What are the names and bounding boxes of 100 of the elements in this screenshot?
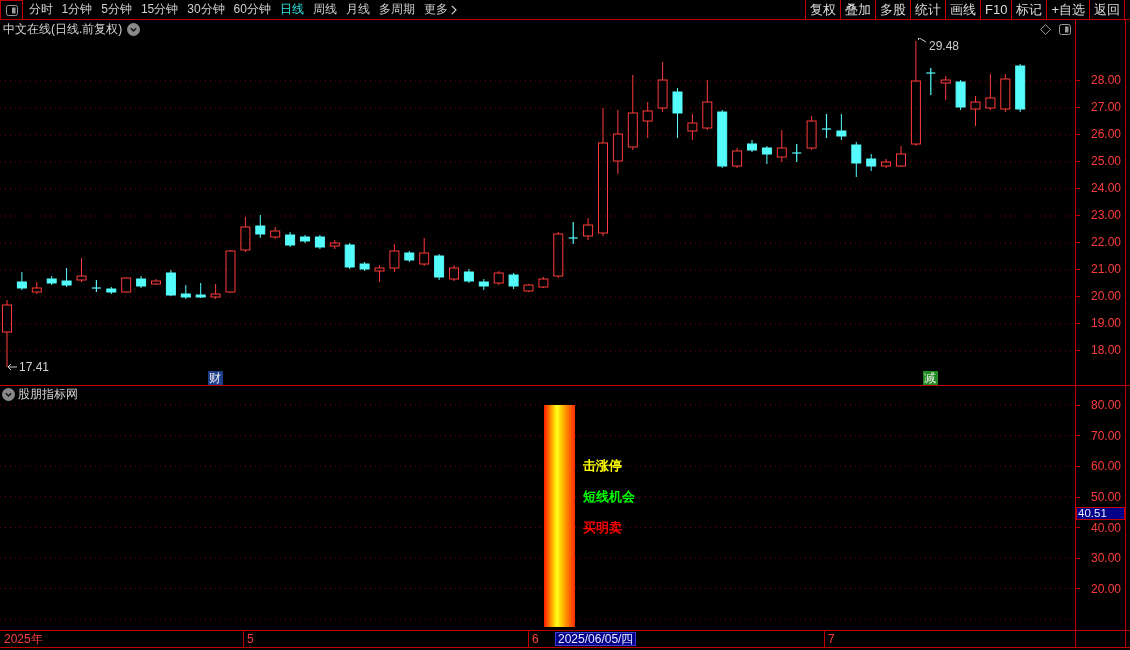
price-axis-label: 26.00	[1090, 128, 1122, 141]
doji-candlestick	[91, 279, 102, 293]
toolbar-button[interactable]: 统计	[910, 0, 945, 19]
candlestick	[493, 270, 504, 286]
signal-text: 击涨停	[583, 458, 622, 474]
candlestick	[985, 73, 996, 111]
candlestick	[210, 283, 221, 300]
candlestick	[374, 264, 385, 283]
toolbar-button[interactable]: 多股	[875, 0, 910, 19]
candlestick	[106, 286, 117, 295]
time-axis-label: 7	[828, 632, 835, 646]
period-tab[interactable]: 1分钟	[57, 0, 97, 19]
candlestick	[180, 284, 191, 300]
candlestick	[970, 95, 981, 127]
candlestick	[1000, 73, 1011, 113]
candlestick	[300, 234, 310, 244]
period-tab[interactable]: 日线	[275, 0, 309, 19]
sidebar-toggle-button[interactable]	[0, 0, 23, 19]
candlestick	[16, 271, 27, 291]
more-menu-button[interactable]: 更多	[419, 0, 462, 19]
candlestick	[225, 249, 236, 294]
indicator-title: 股朋指标网	[18, 386, 78, 402]
leader-line	[918, 38, 927, 43]
candlestick	[151, 278, 161, 286]
candlestick	[121, 276, 132, 294]
candlestick	[657, 61, 668, 113]
period-tab[interactable]: 周线	[308, 0, 342, 19]
candlestick	[255, 214, 266, 239]
toolbar-button[interactable]: 画线	[945, 0, 980, 19]
high-price-label: 29.48	[929, 39, 960, 53]
candlestick	[851, 141, 862, 178]
candlestick	[404, 250, 415, 263]
split-square-icon[interactable]	[1059, 23, 1071, 35]
candlestick	[508, 272, 519, 290]
price-axis-label: 19.00	[1090, 317, 1122, 330]
candlestick	[1015, 63, 1026, 113]
period-tab[interactable]: 60分钟	[229, 0, 276, 19]
price-axis-label: 20.00	[1090, 290, 1122, 303]
event-tag[interactable]: 财	[207, 371, 223, 385]
candlestick	[761, 145, 772, 165]
price-axis-label: 27.00	[1090, 101, 1122, 114]
toolbar-button[interactable]: +自选	[1046, 0, 1089, 19]
candlestick	[583, 217, 594, 241]
candlestick	[538, 276, 549, 289]
event-tag[interactable]: 减	[922, 371, 938, 385]
indicator-axis-label: 30.00	[1090, 552, 1122, 565]
candlestick	[136, 275, 147, 289]
candlestick	[553, 231, 564, 279]
candlestick	[195, 282, 206, 299]
candlestick	[463, 268, 474, 284]
chevron-down-circle-icon[interactable]	[2, 387, 15, 401]
candlestick	[329, 239, 340, 250]
candlestick	[717, 109, 728, 169]
period-tab[interactable]: 分时	[24, 0, 57, 19]
candlestick	[747, 139, 757, 153]
price-axis-label: 24.00	[1090, 182, 1122, 195]
price-axis-label: 22.00	[1090, 236, 1122, 249]
candlestick	[419, 237, 430, 267]
chevron-down-circle-icon[interactable]	[127, 22, 141, 36]
toolbar-button[interactable]: 叠加	[840, 0, 875, 19]
price-axis-label: 23.00	[1090, 209, 1122, 222]
cursor-date-tag: 2025/06/05/四	[555, 632, 637, 646]
period-tab[interactable]: 15分钟	[136, 0, 183, 19]
time-axis-label: 5	[247, 632, 254, 646]
toolbar-button[interactable]: 返回	[1089, 0, 1124, 19]
period-tab[interactable]: 多周期	[374, 0, 420, 19]
chevron-right-icon	[450, 4, 457, 15]
time-axis-label: 6	[532, 632, 539, 646]
candlestick	[314, 234, 325, 250]
diamond-icon[interactable]	[1040, 23, 1051, 35]
candlestick	[672, 87, 683, 139]
period-tab[interactable]: 30分钟	[182, 0, 230, 19]
period-tab[interactable]: 5分钟	[96, 0, 137, 19]
candlestick	[46, 275, 57, 286]
candlestick	[732, 147, 743, 169]
price-axis-label: 25.00	[1090, 155, 1122, 168]
doji-candlestick	[925, 67, 936, 96]
low-price-label: 17.41	[19, 360, 50, 374]
candlestick	[434, 253, 445, 281]
candlestick	[881, 158, 892, 169]
doji-candlestick	[821, 113, 832, 139]
leader-arrow	[7, 363, 18, 371]
candlestick	[836, 113, 847, 141]
toolbar-button[interactable]: 标记	[1011, 0, 1047, 19]
candlestick	[612, 109, 623, 175]
candlestick	[955, 79, 966, 111]
candlestick	[478, 278, 489, 291]
period-tab[interactable]: 月线	[341, 0, 375, 19]
candlestick	[240, 216, 251, 253]
candlestick	[642, 101, 653, 139]
toolbar-button[interactable]: 复权	[805, 0, 840, 19]
indicator-axis-label: 80.00	[1090, 399, 1122, 412]
candlestick	[76, 257, 87, 283]
candlestick	[687, 113, 698, 141]
toolbar-button[interactable]: F10	[980, 0, 1012, 19]
chart-title: 中文在线(日线.前复权)	[3, 21, 123, 37]
candlestick	[776, 129, 787, 163]
candlestick	[2, 299, 12, 368]
doji-candlestick	[791, 143, 802, 163]
split-square-icon[interactable]	[5, 4, 18, 16]
